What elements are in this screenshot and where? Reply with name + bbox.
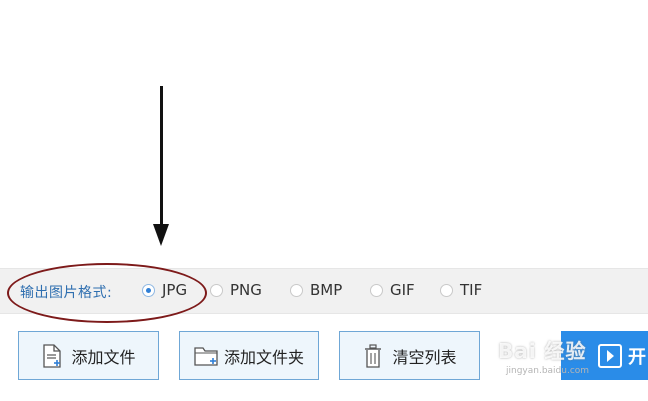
format-option-jpg[interactable]: JPG <box>142 280 187 300</box>
file-list-area <box>0 0 648 268</box>
add-file-label: 添加文件 <box>71 347 136 367</box>
format-option-tif[interactable]: TIF <box>440 280 482 300</box>
clear-list-button[interactable]: 清空列表 <box>339 331 480 380</box>
format-option-label: PNG <box>230 281 262 299</box>
add-folder-button[interactable]: 添加文件夹 <box>179 331 319 380</box>
add-folder-label: 添加文件夹 <box>223 347 304 367</box>
format-option-label: TIF <box>460 281 483 299</box>
output-format-label: 输出图片格式: <box>20 285 113 301</box>
start-icon <box>598 343 622 368</box>
radio-png[interactable] <box>210 283 223 297</box>
format-option-label: JPG <box>162 281 188 299</box>
format-option-png[interactable]: PNG <box>210 280 262 300</box>
radio-jpg[interactable] <box>142 283 155 297</box>
output-format-bar: 输出图片格式: JPG PNG BMP GIF TIF <box>0 268 648 314</box>
start-button[interactable]: 开 <box>561 331 648 380</box>
format-option-label: BMP <box>310 281 343 299</box>
clear-list-label: 清空列表 <box>392 347 457 367</box>
radio-tif[interactable] <box>440 283 453 297</box>
radio-bmp[interactable] <box>290 283 303 297</box>
annotation-arrow <box>160 86 163 226</box>
format-option-label: GIF <box>390 281 415 299</box>
start-label: 开 <box>628 346 646 368</box>
radio-gif[interactable] <box>370 283 383 297</box>
annotation-arrow-head <box>153 224 169 246</box>
trash-icon <box>362 343 384 368</box>
format-option-gif[interactable]: GIF <box>370 280 415 300</box>
format-option-bmp[interactable]: BMP <box>290 280 342 300</box>
add-file-button[interactable]: 添加文件 <box>18 331 159 380</box>
add-folder-icon <box>194 344 220 368</box>
add-file-icon <box>41 343 63 368</box>
